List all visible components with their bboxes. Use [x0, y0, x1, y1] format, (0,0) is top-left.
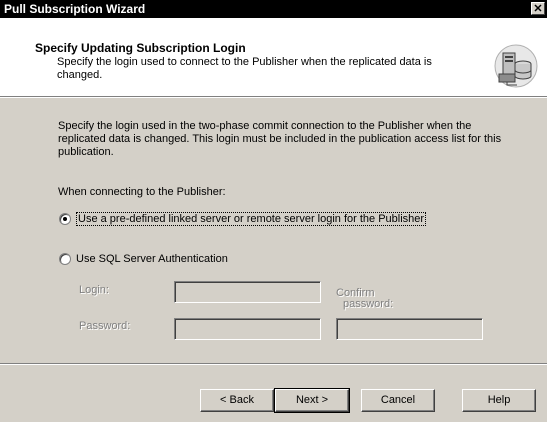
radio-button[interactable]	[59, 253, 71, 265]
login-label: Login:	[79, 284, 109, 296]
description-text: Specify the login used in the two-phase …	[58, 120, 502, 158]
wizard-body: Specify the login used in the two-phase …	[0, 97, 547, 422]
confirm-password-field[interactable]	[336, 318, 483, 340]
window-title: Pull Subscription Wizard	[4, 2, 146, 16]
wizard-header: Specify Updating Subscription Login Spec…	[0, 18, 547, 97]
password-field[interactable]	[174, 318, 321, 340]
back-button[interactable]: < Back	[200, 389, 274, 412]
radio-button-selected[interactable]	[59, 213, 71, 225]
password-label: Password:	[79, 320, 131, 332]
connection-prompt: When connecting to the Publisher:	[58, 186, 226, 198]
title-bar: Pull Subscription Wizard ✕	[0, 0, 547, 18]
radio-sql-auth[interactable]: Use SQL Server Authentication	[59, 253, 228, 265]
radio-linked-server-label[interactable]: Use a pre-defined linked server or remot…	[76, 212, 427, 226]
wizard-window: Pull Subscription Wizard ✕ Specify Updat…	[0, 0, 547, 422]
cancel-button[interactable]: Cancel	[361, 389, 435, 412]
page-title: Specify Updating Subscription Login	[35, 41, 246, 55]
close-icon[interactable]: ✕	[531, 2, 545, 15]
next-button[interactable]: Next >	[274, 388, 350, 413]
page-subtitle: Specify the login used to connect to the…	[57, 56, 432, 81]
radio-linked-server[interactable]: Use a pre-defined linked server or remot…	[59, 212, 427, 226]
radio-sql-auth-label[interactable]: Use SQL Server Authentication	[76, 253, 228, 265]
confirm-label-line2: password:	[343, 298, 394, 310]
button-divider	[0, 363, 547, 365]
login-field[interactable]	[174, 281, 321, 303]
help-button[interactable]: Help	[462, 389, 536, 412]
database-server-icon	[494, 44, 538, 88]
